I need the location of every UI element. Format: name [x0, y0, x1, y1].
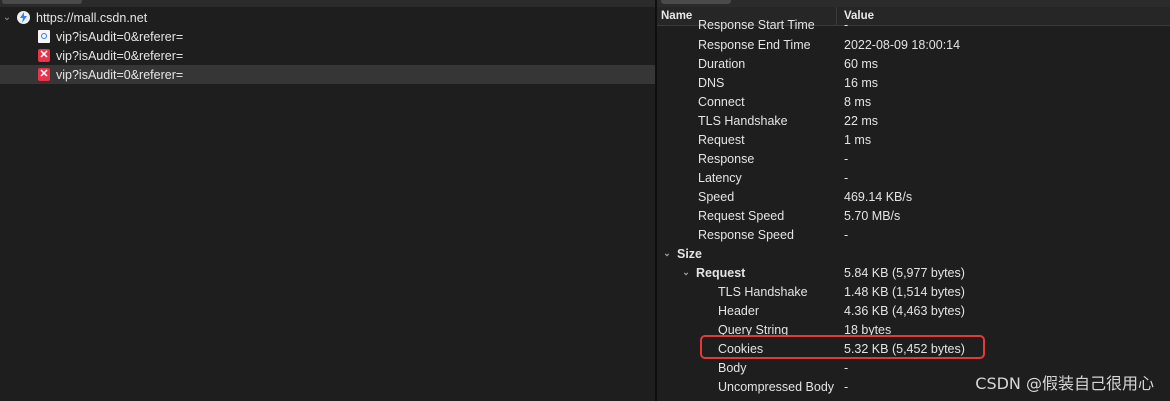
table-row[interactable]: Response End Time 2022-08-09 18:00:14 — [657, 35, 1170, 54]
row-value: 16 ms — [844, 75, 879, 90]
row-value: 469.14 KB/s — [844, 189, 913, 204]
row-name: Header — [718, 303, 759, 318]
error-icon: ✕ — [38, 68, 50, 81]
table-row[interactable]: Latency - — [657, 168, 1170, 187]
tree-request-row[interactable]: vip?isAudit=0&referer= — [0, 27, 655, 46]
table-row[interactable]: Request 1 ms — [657, 130, 1170, 149]
table-row[interactable]: Duration 60 ms — [657, 54, 1170, 73]
table-row[interactable]: Response Start Time - — [657, 15, 1170, 34]
row-value: 1.48 KB (1,514 bytes) — [844, 284, 965, 299]
tree-request-row[interactable]: ✕ vip?isAudit=0&referer= — [0, 46, 655, 65]
request-file-icon — [38, 30, 50, 43]
table-row[interactable]: DNS 16 ms — [657, 73, 1170, 92]
row-value: 1 ms — [844, 132, 872, 147]
row-value: - — [844, 17, 849, 32]
host-label: https://mall.csdn.net — [36, 10, 148, 25]
row-name: Body — [718, 360, 747, 375]
row-name: TLS Handshake — [718, 284, 808, 299]
row-value: 4.36 KB (4,463 bytes) — [844, 303, 965, 318]
row-name: ⌄ Request — [657, 266, 844, 280]
right-toolbar — [657, 0, 1170, 7]
request-tree-pane: ⌄ https://mall.csdn.net vip?isAudit=0&re… — [0, 0, 655, 401]
row-name: Speed — [698, 189, 735, 204]
row-value: 8 ms — [844, 94, 872, 109]
group-label: Request — [696, 265, 746, 280]
chevron-down-icon[interactable]: ⌄ — [661, 248, 673, 259]
tree-request-row-selected[interactable]: ✕ vip?isAudit=0&referer= — [0, 65, 655, 84]
row-value: 22 ms — [844, 113, 879, 128]
request-group-row[interactable]: ⌄ Request 5.84 KB (5,977 bytes) — [657, 263, 1170, 282]
row-value: - — [844, 379, 849, 394]
row-name: Connect — [698, 94, 745, 109]
row-name: Response Speed — [698, 227, 794, 242]
row-value: - — [844, 170, 849, 185]
row-name: Uncompressed Body — [718, 379, 835, 394]
row-value: 60 ms — [844, 56, 879, 71]
table-row[interactable]: Response - — [657, 149, 1170, 168]
left-tab[interactable] — [2, 0, 82, 4]
table-row[interactable]: Response Speed - — [657, 225, 1170, 244]
lightning-icon — [17, 11, 30, 24]
request-label: vip?isAudit=0&referer= — [56, 67, 184, 82]
row-name: Request — [698, 132, 745, 147]
request-label: vip?isAudit=0&referer= — [56, 48, 184, 63]
row-name: Response Start Time — [698, 17, 815, 32]
watermark: CSDN @假装自己很用心 — [975, 374, 1154, 393]
group-label: Size — [677, 246, 703, 261]
request-label: vip?isAudit=0&referer= — [56, 29, 184, 44]
annotation-highlight-box — [700, 335, 985, 359]
table-row[interactable]: Connect 8 ms — [657, 92, 1170, 111]
table-row[interactable]: Header 4.36 KB (4,463 bytes) — [657, 301, 1170, 320]
tree-host-row[interactable]: ⌄ https://mall.csdn.net — [0, 8, 655, 27]
row-value: - — [844, 360, 849, 375]
row-name: DNS — [698, 75, 725, 90]
row-name: Response — [698, 151, 755, 166]
row-value: - — [844, 151, 849, 166]
row-name: Request Speed — [698, 208, 785, 223]
left-toolbar — [0, 0, 655, 7]
row-name: Latency — [698, 170, 742, 185]
table-row[interactable]: Request Speed 5.70 MB/s — [657, 206, 1170, 225]
table-row[interactable]: TLS Handshake 22 ms — [657, 111, 1170, 130]
row-name: Duration — [698, 56, 746, 71]
right-tab[interactable] — [661, 0, 731, 4]
row-value: 2022-08-09 18:00:14 — [844, 37, 961, 52]
row-value: - — [844, 227, 849, 242]
table-row[interactable]: TLS Handshake 1.48 KB (1,514 bytes) — [657, 282, 1170, 301]
table-row[interactable]: Speed 469.14 KB/s — [657, 187, 1170, 206]
error-icon: ✕ — [38, 49, 50, 62]
row-name: TLS Handshake — [698, 113, 788, 128]
size-group-row[interactable]: ⌄ Size — [657, 244, 1170, 263]
row-value: 5.84 KB (5,977 bytes) — [844, 265, 965, 280]
row-value: 5.70 MB/s — [844, 208, 901, 223]
row-name: Response End Time — [698, 37, 811, 52]
chevron-down-icon[interactable]: ⌄ — [2, 12, 12, 23]
chevron-down-icon[interactable]: ⌄ — [680, 267, 692, 278]
row-name: ⌄ Size — [657, 247, 844, 261]
